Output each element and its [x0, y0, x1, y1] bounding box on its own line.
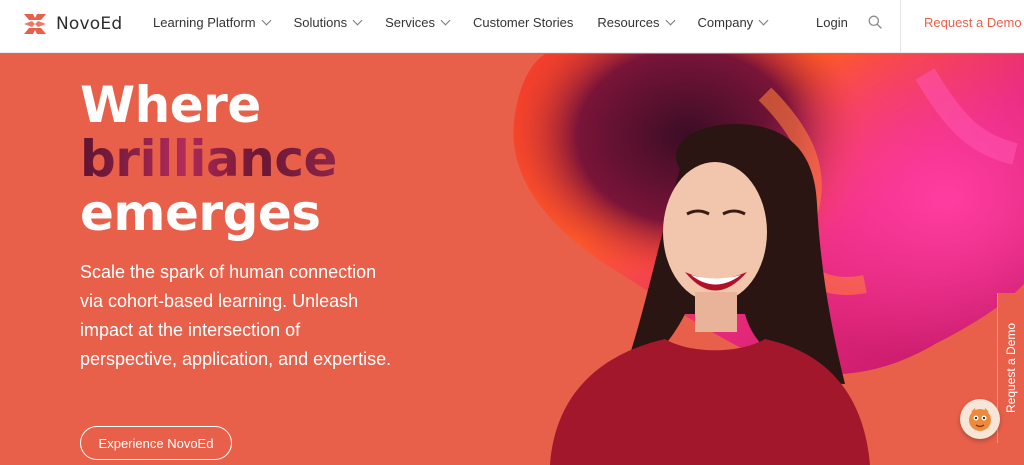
main-nav: Learning Platform Solutions Services Cus…	[153, 0, 769, 45]
headline-line-3: emerges	[80, 184, 321, 242]
search-icon[interactable]	[868, 15, 882, 29]
experience-novoed-button[interactable]: Experience NovoEd	[80, 426, 232, 460]
nav-services-label: Services	[385, 15, 435, 30]
nav-company[interactable]: Company	[697, 15, 769, 30]
hero-description: Scale the spark of human connection via …	[80, 262, 392, 369]
headline-line-1: Where	[80, 76, 261, 134]
side-tab-label: Request a Demo	[1004, 322, 1018, 414]
nav-solutions[interactable]: Solutions	[293, 15, 363, 30]
request-demo-side-tab[interactable]: Request a Demo	[997, 293, 1024, 443]
chat-widget-button[interactable]	[960, 399, 1000, 439]
chevron-down-icon	[665, 15, 675, 26]
hero-image	[513, 54, 1024, 465]
nav-company-label: Company	[697, 15, 754, 30]
nav-divider	[900, 0, 901, 53]
nav-solutions-label: Solutions	[293, 15, 348, 30]
hero-headline: Where brilliance emerges	[80, 78, 337, 240]
nav-resources-label: Resources	[597, 15, 660, 30]
chevron-down-icon	[758, 15, 769, 26]
nav-learning-platform[interactable]: Learning Platform	[153, 15, 272, 30]
site-header: NovoEd Learning Platform Solutions Servi…	[0, 0, 1024, 53]
nav-resources[interactable]: Resources	[597, 15, 675, 30]
chevron-down-icon	[261, 15, 272, 26]
nav-customer-stories[interactable]: Customer Stories	[473, 15, 573, 30]
chat-mascot-icon	[969, 408, 991, 431]
nav-customer-stories-label: Customer Stories	[472, 15, 574, 30]
novoed-logo-icon	[24, 14, 46, 34]
nav-services[interactable]: Services	[385, 15, 451, 30]
request-demo-link[interactable]: Request a Demo	[924, 15, 1022, 30]
chevron-down-icon	[352, 15, 363, 26]
login-link[interactable]: Login	[816, 15, 848, 30]
brand-name: NovoEd	[56, 14, 123, 34]
nav-learning-platform-label: Learning Platform	[153, 15, 256, 30]
brand-logo[interactable]: NovoEd	[22, 11, 122, 37]
headline-line-2: brilliance	[80, 130, 337, 188]
chevron-down-icon	[440, 15, 451, 26]
